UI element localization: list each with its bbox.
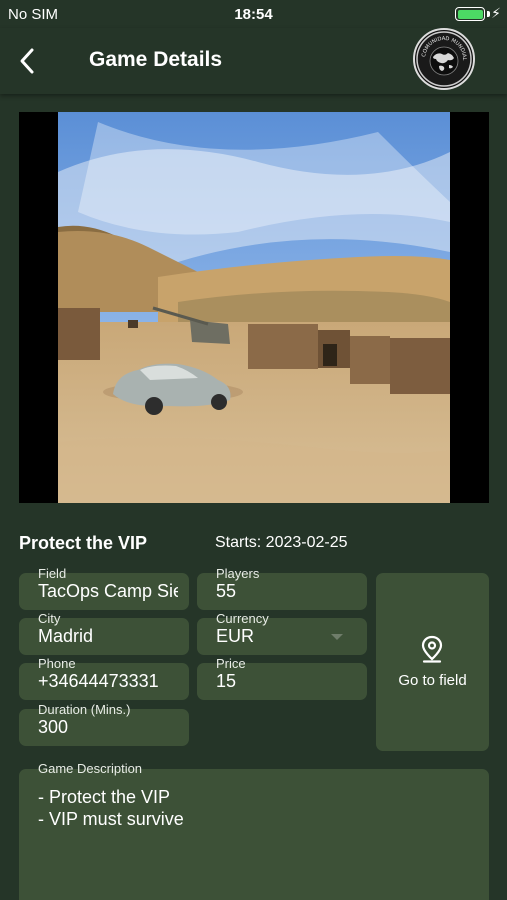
clock: 18:54: [234, 6, 273, 23]
field-name-label: Field: [38, 566, 67, 581]
currency-select[interactable]: Currency EUR: [197, 611, 367, 655]
app-bar: Game Details COMUNIDAD MUNDIAL DE AIRSOF…: [0, 26, 507, 94]
phone-label: Phone: [38, 656, 76, 671]
game-description-field[interactable]: Game Description - Protect the VIP - VIP…: [19, 761, 489, 900]
duration-field[interactable]: Duration (Mins.) 300: [19, 702, 189, 746]
dropdown-arrow-icon: [331, 634, 343, 640]
game-title: Protect the VIP: [19, 533, 148, 553]
price-value: 15: [216, 671, 237, 691]
phone-field[interactable]: Phone +34644473331: [19, 656, 189, 700]
chevron-left-icon: [20, 48, 34, 74]
players-field[interactable]: Players 55: [197, 566, 367, 610]
status-bar: No SIM 18:54 ⚡: [0, 0, 507, 28]
city-value: Madrid: [38, 626, 94, 646]
start-date: Starts: 2023-02-25: [215, 534, 348, 551]
field-name-field[interactable]: Field TacOps Camp Sierra: [19, 566, 189, 610]
battery-icon: [455, 7, 485, 21]
price-field[interactable]: Price 15: [197, 656, 367, 700]
map-pin-icon: [421, 635, 443, 663]
page-title: Game Details: [89, 48, 223, 71]
battery-tip: [487, 11, 490, 17]
field-photo-frame: [19, 112, 489, 503]
duration-label: Duration (Mins.): [38, 702, 131, 717]
city-field[interactable]: City Madrid: [19, 611, 189, 655]
description-line: - Protect the VIP: [38, 787, 171, 807]
field-name-value: TacOps Camp Sierra: [38, 581, 178, 601]
currency-value: EUR: [216, 626, 255, 646]
price-label: Price: [216, 656, 246, 671]
duration-value: 300: [38, 717, 69, 737]
bolt-icon: ⚡: [491, 5, 501, 21]
field-photo: [58, 112, 450, 503]
phone-value: +34644473331: [38, 671, 159, 691]
players-value: 55: [216, 581, 237, 601]
players-label: Players: [216, 566, 260, 581]
back-button[interactable]: [14, 44, 44, 78]
city-label: City: [38, 611, 61, 626]
airsoft-community-logo: COMUNIDAD MUNDIAL DE AIRSOFT: [412, 26, 475, 90]
go-to-field-label: Go to field: [398, 672, 467, 689]
go-to-field-button[interactable]: Go to field: [376, 573, 489, 751]
currency-label: Currency: [216, 611, 269, 626]
description-line: - VIP must survive: [38, 809, 184, 829]
game-description-label: Game Description: [38, 761, 143, 776]
